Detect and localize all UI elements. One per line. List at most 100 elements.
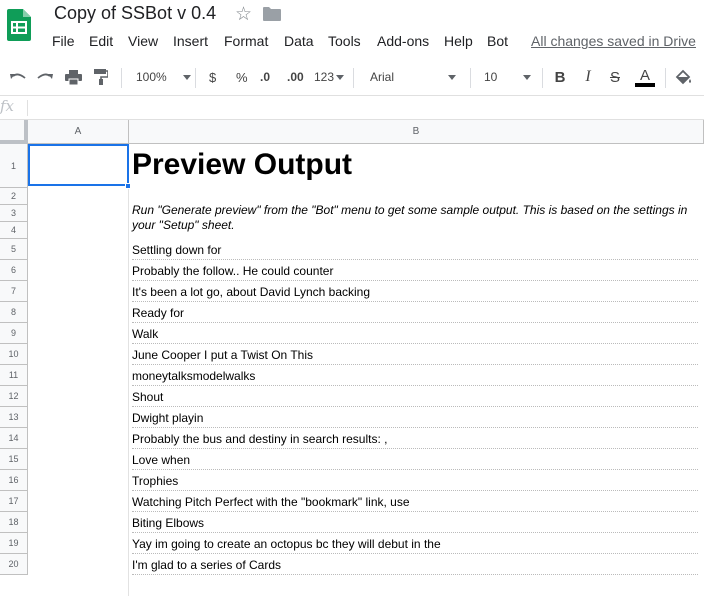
output-row[interactable]: Trophies [132, 470, 698, 491]
output-row[interactable]: Biting Elbows [132, 512, 698, 533]
paint-format-icon[interactable] [89, 58, 113, 96]
row-header[interactable]: 2 [0, 188, 28, 205]
column-header-a[interactable]: A [28, 120, 129, 144]
folder-icon[interactable] [263, 7, 281, 21]
output-row[interactable]: Probably the follow.. He could counter [132, 260, 698, 281]
italic-icon[interactable]: I [577, 58, 599, 96]
decrease-decimal-button[interactable]: .0 [260, 58, 270, 96]
redo-icon[interactable] [33, 58, 57, 96]
output-row[interactable]: Walk [132, 323, 698, 344]
output-row[interactable]: Watching Pitch Perfect with the "bookmar… [132, 491, 698, 512]
row-header[interactable]: 8 [0, 302, 28, 323]
fill-handle[interactable] [125, 183, 131, 189]
row-header[interactable]: 7 [0, 281, 28, 302]
row-header[interactable]: 5 [0, 239, 28, 260]
row-header[interactable]: 17 [0, 491, 28, 512]
currency-format-button[interactable]: $ [209, 58, 216, 96]
font-family-select[interactable]: Arial [370, 58, 457, 96]
output-row[interactable]: moneytalksmodelwalks [132, 365, 698, 386]
menu-bot[interactable]: Bot [487, 33, 508, 49]
increase-decimal-button[interactable]: .00 [287, 58, 304, 96]
output-row[interactable]: Yay im going to create an octopus bc the… [132, 533, 698, 554]
svg-text:A: A [640, 67, 650, 84]
row-header[interactable]: 14 [0, 428, 28, 449]
toolbar: 100% $ % .0 .00 123 Arial 10 B I S A [0, 58, 704, 96]
more-formats-select[interactable]: 123 [314, 58, 345, 96]
print-icon[interactable] [61, 58, 85, 96]
row-header[interactable]: 9 [0, 323, 28, 344]
row-header[interactable]: 12 [0, 386, 28, 407]
column-header-b[interactable]: B [129, 120, 704, 144]
row-header[interactable]: 15 [0, 449, 28, 470]
zoom-select[interactable]: 100% [136, 58, 191, 96]
menu-add-ons[interactable]: Add-ons [377, 33, 429, 49]
output-row[interactable]: It's been a lot go, about David Lynch ba… [132, 281, 698, 302]
more-formats-label: 123 [314, 70, 335, 84]
formula-divider [27, 100, 28, 116]
bold-icon[interactable]: B [549, 58, 571, 96]
toolbar-divider [353, 68, 354, 88]
output-row[interactable]: I'm glad to a series of Cards [132, 554, 698, 575]
column-divider [128, 144, 129, 596]
sheets-logo-icon[interactable] [7, 9, 31, 41]
font-size-value: 10 [484, 70, 498, 84]
selected-cell-a1[interactable] [28, 144, 129, 186]
row-header[interactable]: 18 [0, 512, 28, 533]
row-header[interactable]: 6 [0, 260, 28, 281]
row-header[interactable]: 11 [0, 365, 28, 386]
row-header[interactable]: 3 [0, 205, 28, 222]
undo-icon[interactable] [6, 58, 30, 96]
chevron-down-icon [523, 74, 532, 80]
formula-input[interactable] [32, 99, 692, 117]
fx-icon: fx [0, 97, 15, 115]
formula-bar: fx [0, 96, 704, 120]
preview-heading: Preview Output [132, 148, 353, 181]
menu-tools[interactable]: Tools [328, 33, 361, 49]
select-all-corner[interactable] [0, 120, 28, 144]
percent-format-button[interactable]: % [236, 58, 248, 96]
row-header[interactable]: 20 [0, 554, 28, 575]
save-status-link[interactable]: All changes saved in Drive [531, 33, 696, 49]
star-icon[interactable]: ☆ [235, 3, 252, 26]
row-header[interactable]: 1 [0, 144, 28, 188]
chevron-down-icon [448, 74, 457, 80]
output-row[interactable]: Ready for [132, 302, 698, 323]
zoom-value: 100% [136, 70, 167, 84]
row-header[interactable]: 19 [0, 533, 28, 554]
output-row[interactable]: Probably the bus and destiny in search r… [132, 428, 698, 449]
spreadsheet-grid: A B 1 2 3 4 5 6 7 8 9 10 11 12 13 14 15 16 17 18 19 20 Prev… [0, 120, 704, 596]
toolbar-divider [665, 68, 666, 88]
chevron-down-icon [182, 74, 191, 80]
output-row[interactable]: Shout [132, 386, 698, 407]
menu-help[interactable]: Help [444, 33, 473, 49]
font-size-select[interactable]: 10 [484, 58, 532, 96]
toolbar-divider [195, 68, 196, 88]
fill-color-icon[interactable] [673, 58, 695, 96]
menu-data[interactable]: Data [284, 33, 314, 49]
toolbar-divider [121, 68, 122, 88]
row-header[interactable]: 4 [0, 222, 28, 239]
font-family-value: Arial [370, 70, 395, 84]
menu-view[interactable]: View [128, 33, 158, 49]
row-header[interactable]: 10 [0, 344, 28, 365]
title-bar: Copy of SSBot v 0.4 ☆ File Edit View Ins… [0, 0, 704, 58]
strikethrough-icon[interactable]: S [604, 58, 626, 96]
toolbar-divider [470, 68, 471, 88]
chevron-down-icon [336, 74, 345, 80]
output-row[interactable]: Dwight playin [132, 407, 698, 428]
output-row[interactable]: Love when [132, 449, 698, 470]
row-header[interactable]: 16 [0, 470, 28, 491]
output-row[interactable]: Settling down for [132, 239, 698, 260]
preview-instructions: Run "Generate preview" from the "Bot" me… [132, 203, 688, 232]
menu-file[interactable]: File [52, 33, 75, 49]
menu-edit[interactable]: Edit [89, 33, 113, 49]
increase-decimal-label: .00 [287, 70, 304, 84]
text-color-icon[interactable]: A [633, 58, 657, 96]
menu-insert[interactable]: Insert [173, 33, 208, 49]
document-title[interactable]: Copy of SSBot v 0.4 [54, 3, 216, 24]
toolbar-divider [542, 68, 543, 88]
row-header[interactable]: 13 [0, 407, 28, 428]
menu-format[interactable]: Format [224, 33, 268, 49]
decrease-decimal-label: .0 [260, 70, 271, 84]
output-row[interactable]: June Cooper I put a Twist On This [132, 344, 698, 365]
